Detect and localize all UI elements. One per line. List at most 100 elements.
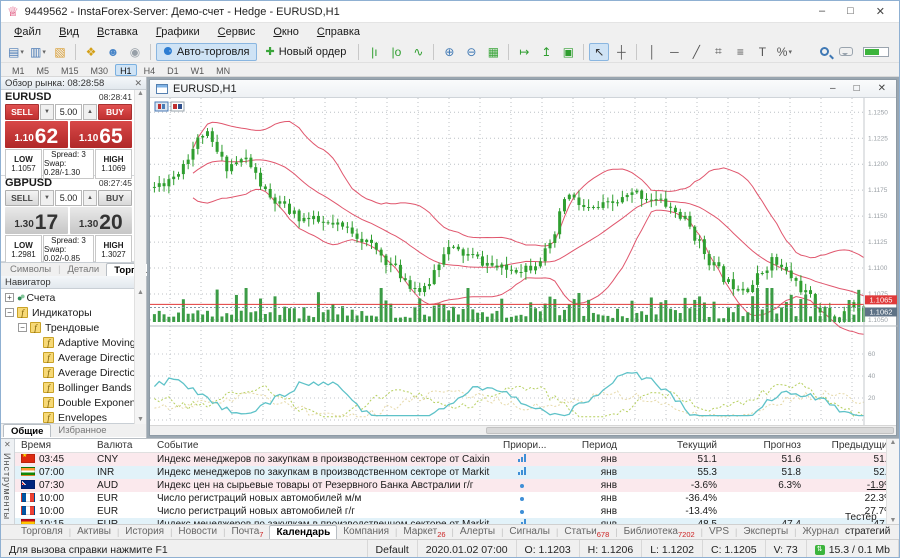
calendar-column-1[interactable]: Время <box>15 440 91 451</box>
tree-item-bollinger-bands[interactable]: fBollinger Bands <box>1 380 146 395</box>
price-chart-svg[interactable]: 1.12501.12251.12001.11751.11501.11251.11… <box>150 98 898 427</box>
sell-button[interactable]: SELL <box>5 190 39 206</box>
bottom-tab-активы[interactable]: Активы <box>71 525 117 539</box>
new-chart-icon-dropdown[interactable]: ▾ <box>20 48 24 56</box>
navigator-tab-1[interactable]: Общие <box>3 424 51 437</box>
bottom-tab-сигналы[interactable]: Сигналы <box>503 525 556 539</box>
channels-icon[interactable]: ≡ <box>730 43 750 61</box>
toolbox-close-icon[interactable]: ✕ <box>4 440 11 449</box>
chart-close-button[interactable]: ✕ <box>878 83 886 94</box>
bottom-tab-vps[interactable]: VPS <box>703 525 735 539</box>
timeframe-H4[interactable]: H4 <box>139 64 161 76</box>
profiles-icon-dropdown[interactable]: ▾ <box>42 48 46 56</box>
calendar-row[interactable]: 10:00EURЧисло регистраций новых автомоби… <box>15 492 899 505</box>
auto-scroll-icon[interactable]: ↥ <box>536 43 556 61</box>
market-watch-tab-2[interactable]: Детали <box>60 263 106 276</box>
volume-input[interactable]: 5.00 <box>55 190 82 206</box>
calendar-column-4[interactable]: Приори... <box>497 440 547 451</box>
bid-price[interactable]: 1.1062 <box>5 121 68 148</box>
timeframe-M30[interactable]: M30 <box>86 64 114 76</box>
timeframe-M15[interactable]: M15 <box>56 64 84 76</box>
chart-canvas[interactable]: 1.12501.12251.12001.11751.11501.11251.11… <box>150 98 896 427</box>
tree-item-adaptive-moving-av[interactable]: fAdaptive Moving Av <box>1 335 146 350</box>
tree-item-average-directional[interactable]: fAverage Directional <box>1 350 146 365</box>
bottom-tab-торговля[interactable]: Торговля <box>15 525 69 539</box>
chart-hscrollbar-thumb[interactable] <box>486 427 894 434</box>
bottom-tab-алерты[interactable]: Алерты <box>454 525 501 539</box>
bottom-tab-статьи[interactable]: Статьи678 <box>558 525 615 539</box>
vertical-line-icon[interactable]: │ <box>642 43 662 61</box>
market-watch-close-icon[interactable]: ✕ <box>134 78 142 89</box>
buy-button[interactable]: BUY <box>98 190 132 206</box>
calendar-column-7[interactable]: Прогноз <box>723 440 807 451</box>
calendar-row[interactable]: 07:30AUDИндекс цен на сырьевые товары от… <box>15 479 899 492</box>
candles-chart-icon[interactable]: |o <box>386 43 406 61</box>
shapes-icon[interactable]: %▾ <box>774 43 794 61</box>
tree-item-average-directional[interactable]: fAverage Directional <box>1 365 146 380</box>
timeframe-H1[interactable]: H1 <box>115 64 137 76</box>
bottom-tab-эксперты[interactable]: Эксперты <box>737 525 794 539</box>
bottom-tab-почта[interactable]: Почта7 <box>225 525 269 539</box>
search-icon[interactable] <box>820 47 829 56</box>
tree-item-индикаторы[interactable]: −fИндикаторы <box>1 305 146 320</box>
tree-item-double-exponential[interactable]: fDouble Exponential <box>1 395 146 410</box>
menu-5[interactable]: Окно <box>264 25 308 39</box>
calendar-row[interactable]: 10:00EURЧисло регистраций новых автомоби… <box>15 505 899 518</box>
chart-maximize-button[interactable]: □ <box>854 83 860 94</box>
window-minimize-button[interactable]: – <box>819 5 825 18</box>
text-label-icon[interactable]: T <box>752 43 772 61</box>
menu-4[interactable]: Сервис <box>209 25 265 39</box>
calendar-column-2[interactable]: Валюта <box>91 440 151 451</box>
fibonacci-icon[interactable]: ⌗ <box>708 43 728 61</box>
tree-item-трендовые[interactable]: −fТрендовые <box>1 320 146 335</box>
bars-chart-icon[interactable]: |ı <box>364 43 384 61</box>
menu-6[interactable]: Справка <box>308 25 369 39</box>
sell-button[interactable]: SELL <box>5 104 39 120</box>
profiles-icon[interactable]: ▥▾ <box>28 43 48 61</box>
collapse-minus-icon[interactable]: − <box>18 323 27 332</box>
volume-increase-button[interactable]: ▲ <box>83 104 97 120</box>
expand-plus-icon[interactable]: + <box>5 293 14 302</box>
calendar-row[interactable]: 03:45CNYИндекс менеджеров по закупкам в … <box>15 453 899 466</box>
zoom-in-icon[interactable]: ⊕ <box>439 43 459 61</box>
bottom-tab-библиотека[interactable]: Библиотека7202 <box>618 525 701 539</box>
crosshair-icon[interactable]: ┼ <box>611 43 631 61</box>
menu-2[interactable]: Вставка <box>88 25 147 39</box>
broadcast-icon[interactable]: ◉ <box>125 43 145 61</box>
bottom-tab-журнал[interactable]: Журнал <box>796 525 845 539</box>
timeframe-W1[interactable]: W1 <box>186 64 210 76</box>
bottom-tab-календарь[interactable]: Календарь <box>269 525 337 539</box>
cursor-icon[interactable]: ↖ <box>589 43 609 61</box>
buy-button[interactable]: BUY <box>98 104 132 120</box>
calendar-row[interactable]: 07:00INRИндекс менеджеров по закупкам в … <box>15 466 899 479</box>
auto-trading-button[interactable]: ⚈Авто-торговля <box>156 43 257 61</box>
menu-3[interactable]: Графики <box>147 25 209 39</box>
bottom-tab-маркет[interactable]: Маркет26 <box>397 525 451 539</box>
community-icon[interactable]: ☻ <box>103 43 123 61</box>
chat-icon[interactable] <box>839 47 853 56</box>
volume-decrease-button[interactable]: ▼ <box>40 104 54 120</box>
window-maximize-button[interactable]: □ <box>847 5 854 18</box>
bid-price[interactable]: 1.3017 <box>5 207 68 234</box>
new-order-button[interactable]: ✚Новый ордер <box>259 43 354 61</box>
volume-input[interactable]: 5.00 <box>55 104 82 120</box>
ask-price[interactable]: 1.3020 <box>70 207 133 234</box>
window-close-button[interactable]: ✕ <box>876 5 885 18</box>
market-watch-tab-1[interactable]: Символы <box>3 263 58 276</box>
zoom-out-icon[interactable]: ⊖ <box>461 43 481 61</box>
chart-window-titlebar[interactable]: EURUSD,H1 – □ ✕ <box>150 80 896 98</box>
bottom-tab-новости[interactable]: Новости <box>172 525 223 539</box>
guide-icon[interactable]: ❖ <box>81 43 101 61</box>
calendar-column-6[interactable]: Текущий <box>623 440 723 451</box>
bottom-tab-компания[interactable]: Компания <box>337 525 395 539</box>
timeframe-D1[interactable]: D1 <box>162 64 184 76</box>
line-chart-icon[interactable]: ∿ <box>408 43 428 61</box>
trendline-icon[interactable]: ╱ <box>686 43 706 61</box>
ask-price[interactable]: 1.1065 <box>70 121 133 148</box>
navigator-tab-2[interactable]: Избранное <box>51 424 113 437</box>
shift-end-icon[interactable]: ↦ <box>514 43 534 61</box>
chart-minimize-button[interactable]: – <box>830 83 836 94</box>
tree-item-envelopes[interactable]: fEnvelopes <box>1 410 146 423</box>
volume-decrease-button[interactable]: ▼ <box>40 190 54 206</box>
shapes-icon-dropdown[interactable]: ▾ <box>788 48 792 56</box>
